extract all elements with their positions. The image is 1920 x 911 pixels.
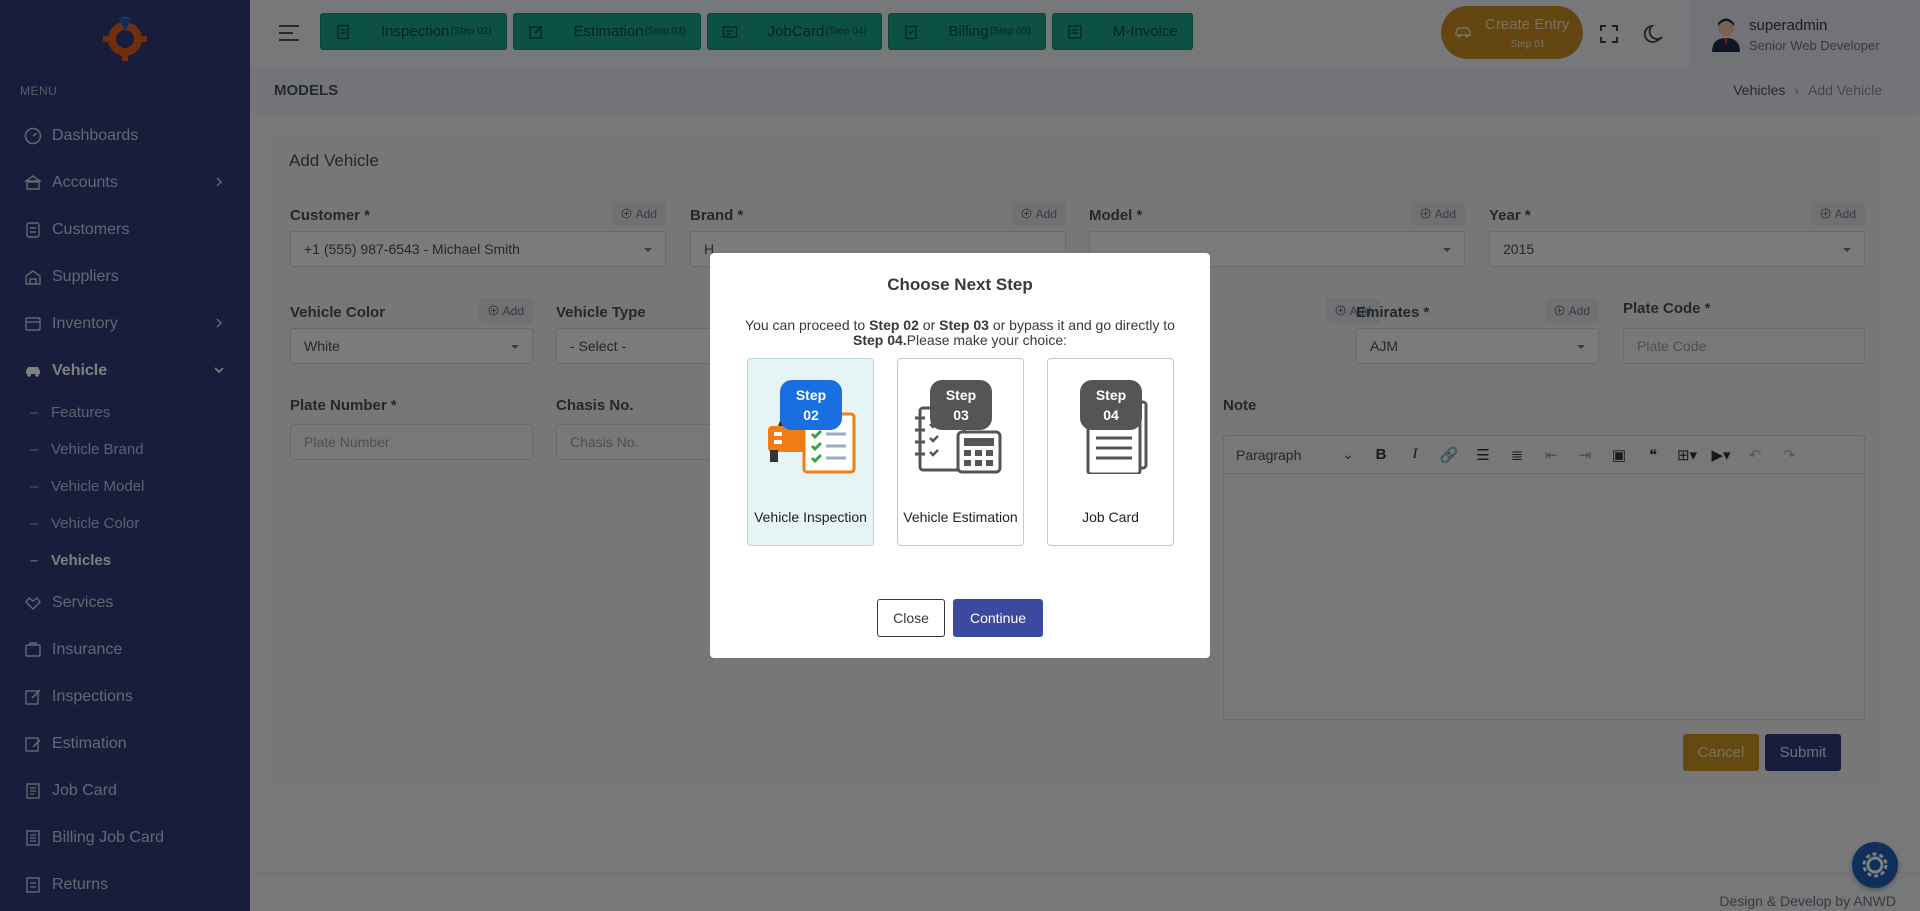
modal-text-bold: Step 02 (869, 317, 919, 333)
option-label: Job Card (1082, 509, 1139, 525)
modal-text-part: or bypass it and go directly to (988, 317, 1175, 333)
step-badge: Step 02 (780, 380, 842, 430)
option-label: Vehicle Inspection (754, 509, 867, 525)
step-badge: Step 03 (930, 380, 992, 430)
step-badge: Step 04 (1080, 380, 1142, 430)
modal-text-bold: Step 03 (939, 317, 989, 333)
modal-text-bold: Step 04. (852, 332, 907, 348)
badge-text: Step (945, 387, 977, 403)
badge-text: Step (795, 387, 827, 403)
badge-number: 02 (803, 407, 819, 423)
choose-next-step-modal: Choose Next Step You can proceed to Step… (710, 253, 1210, 658)
modal-text-part: or (918, 317, 940, 333)
badge-text: Step (1095, 387, 1127, 403)
option-label: Vehicle Estimation (903, 509, 1018, 525)
option-job-card[interactable]: Step 04 Job Card (1047, 358, 1174, 546)
option-vehicle-inspection[interactable]: Step 02 Vehicle Inspection (747, 358, 874, 546)
option-vehicle-estimation[interactable]: Step 03 Vehicle Estimation (897, 358, 1024, 546)
badge-number: 03 (953, 407, 969, 423)
close-button[interactable]: Close (877, 599, 945, 637)
modal-title: Choose Next Step (887, 275, 1033, 294)
modal-description: You can proceed to Step 02 or Step 03 or… (730, 318, 1190, 348)
badge-number: 04 (1103, 407, 1119, 423)
continue-button[interactable]: Continue (953, 599, 1043, 637)
modal-text-part: Please make your choice: (906, 332, 1067, 348)
modal-text-part: You can proceed to (745, 317, 870, 333)
